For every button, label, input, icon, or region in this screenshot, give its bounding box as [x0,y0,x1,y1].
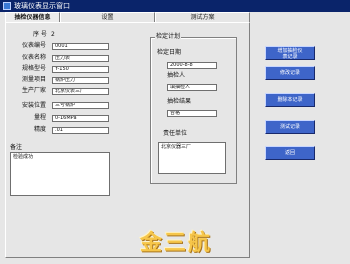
title-bar: 玻璃仪表显示窗口 [0,0,350,12]
install-location-label: 安装位置 [22,102,47,109]
responsible-unit-label: 责任单位 [163,130,188,137]
inspection-result-field[interactable]: 合格 [167,110,217,117]
app-icon [3,2,11,10]
manufacturer-label: 生产厂家 [22,87,47,94]
inspection-date-label: 检定日期 [157,49,182,56]
install-location-field[interactable]: 三号锅炉 [52,102,109,109]
model-label: 规格型号 [22,65,47,72]
return-button[interactable]: 返回 [265,146,315,160]
measure-item-field[interactable]: 锅炉压力 [52,77,109,84]
accuracy-label: 精度 [34,126,47,133]
responsible-unit-textarea[interactable]: 北京仪器三厂 [158,142,226,174]
range-field[interactable]: 0-16MPa [52,115,109,122]
tab-test-plan[interactable]: 测试方案 [155,12,250,22]
watermark-text: 金三航 [140,230,213,256]
meter-name-label: 仪表名称 [22,54,47,61]
meter-number-label: 仪表编号 [22,42,47,49]
accuracy-field[interactable]: .01 [52,127,109,134]
seq-label: 序 号 [33,31,47,38]
inspection-plan-title: 检定计划 [155,33,182,40]
remark-label: 备注 [10,144,23,151]
tab-settings[interactable]: 设置 [60,12,155,22]
delete-record-button[interactable]: 删除本记录 [265,93,315,107]
edit-record-button[interactable]: 修改记录 [265,66,315,80]
measure-item-label: 测量项目 [22,76,47,83]
window-title: 玻璃仪表显示窗口 [14,2,70,10]
inspector-field[interactable]: 填抽检人 [167,84,217,91]
inspector-label: 抽检人 [167,72,186,79]
range-label: 量程 [34,114,47,121]
inspection-date-field[interactable]: 2000-8-8 [167,62,217,69]
tab-strip: 抽检仪器信息 设置 测试方案 [5,12,250,22]
manufacturer-field[interactable]: 北京仪表三厂 [52,88,109,95]
meter-number-field[interactable]: 0001 [52,43,109,50]
tab-sampled-instrument-info[interactable]: 抽检仪器信息 [5,12,60,22]
model-field[interactable]: Y-150 [52,66,109,73]
add-record-label-line2: 表记录 [282,54,298,60]
remark-textarea[interactable]: 检验成功 [10,152,110,196]
seq-value: 2 [51,31,55,38]
add-record-button[interactable]: 增加抽检仪 表记录 [265,46,315,60]
inspection-result-label: 抽检结果 [167,98,192,105]
test-record-button[interactable]: 测试记录 [265,120,315,134]
meter-name-field[interactable]: 压力表 [52,55,109,62]
